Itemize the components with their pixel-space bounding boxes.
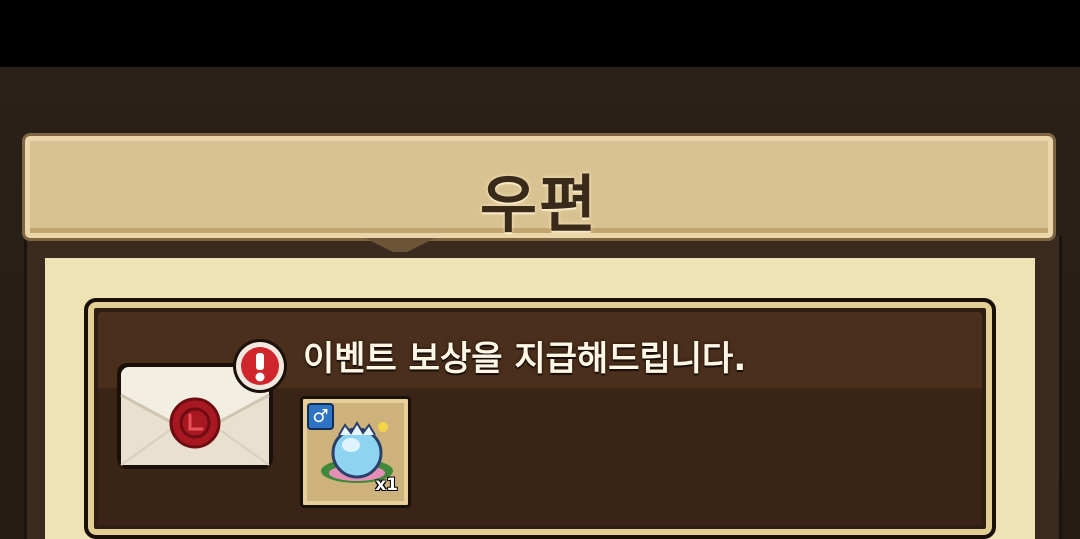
title-banner: 우편	[22, 133, 1056, 252]
item-quantity: x1	[375, 475, 398, 495]
page-title: 우편	[479, 168, 599, 241]
top-black-bar	[0, 0, 1080, 67]
exclamation-icon	[233, 339, 287, 393]
reward-item-slot[interactable]: ♂ x1	[300, 396, 411, 508]
mail-item-title: 이벤트 보상을 지급해드립니다.	[303, 339, 747, 379]
